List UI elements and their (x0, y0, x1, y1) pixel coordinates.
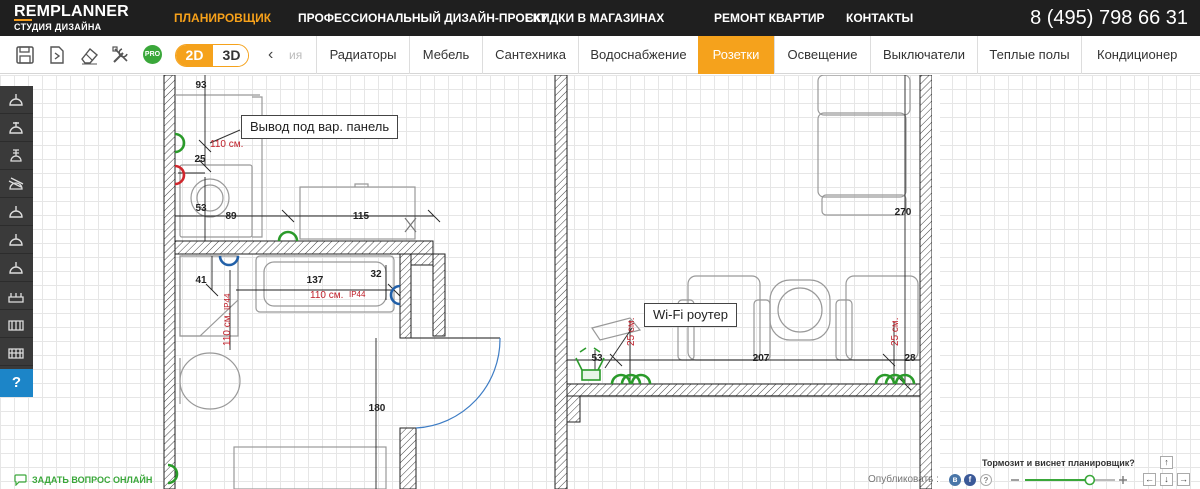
tool-socket-cable[interactable] (0, 170, 33, 198)
ip44-b: IP44 (349, 290, 366, 299)
nav-contacts[interactable]: КОНТАКТЫ (846, 0, 913, 36)
tab-plumbing[interactable]: Сантехника (482, 36, 578, 74)
dim-89: 89 (225, 211, 237, 222)
move-up-icon[interactable]: ↑ (1160, 456, 1173, 469)
nav-renovation[interactable]: РЕМОНТ КВАРТИР (714, 0, 825, 36)
dim-41: 41 (195, 275, 207, 286)
view-2d-button[interactable]: 2D (176, 45, 213, 66)
socket-icon (9, 206, 23, 218)
callout-wifi-router[interactable]: Wi-Fi роутер (644, 303, 738, 327)
socket-icon (9, 94, 23, 106)
logo-subtitle: СТУДИЯ ДИЗАЙНА (14, 22, 102, 32)
tab-sockets[interactable]: Розетки (698, 36, 774, 74)
phone-digits: 798 66 31 (1099, 7, 1188, 29)
callout-panel-output[interactable]: Вывод под вар. панель (241, 115, 399, 139)
socket-block-icon (8, 348, 24, 359)
tool-socket-4[interactable] (0, 254, 33, 282)
logo-wordmark: REMPLANNER (14, 4, 144, 20)
dim-32: 32 (370, 269, 382, 280)
socket-cable-icon (8, 177, 24, 190)
help-circle-icon[interactable]: ? (980, 474, 992, 486)
tool-socket-block-3[interactable] (0, 338, 33, 366)
dim-180: 180 (369, 403, 386, 414)
tool-socket-block-1[interactable] (0, 282, 33, 310)
tab-switches[interactable]: Выключатели (870, 36, 977, 74)
top-navigation-bar: REMPLANNER СТУДИЯ ДИЗАЙНА ПЛАНИРОВЩИК ПР… (0, 0, 1200, 36)
tool-socket-3[interactable] (0, 226, 33, 254)
dim-115: 115 (353, 211, 370, 222)
socket-green[interactable] (174, 132, 186, 144)
height-25-b: 25 см. (890, 317, 901, 346)
move-right-icon[interactable]: → (1177, 473, 1190, 486)
publish-label: Опубликовать : (868, 474, 939, 485)
door (411, 337, 501, 429)
nav-planner[interactable]: ПЛАНИРОВЩИК (174, 0, 271, 36)
tab-air-conditioner[interactable]: Кондиционер (1081, 36, 1200, 74)
height-110-b: 110 см. (310, 290, 343, 301)
move-down-icon[interactable]: ↓ (1160, 473, 1173, 486)
socket-double-icon (10, 149, 22, 162)
ask-question-label: ЗАДАТЬ ВОПРОС ОНЛАЙН (32, 475, 153, 485)
tab-furniture[interactable]: Мебель (409, 36, 482, 74)
tab-water-supply[interactable]: Водоснабжение (578, 36, 698, 74)
pro-badge[interactable]: PRO (143, 45, 162, 64)
logo-planner: PLANNER (50, 3, 129, 20)
height-25-a: 25 см. (626, 317, 637, 346)
dim-137: 137 (307, 275, 324, 286)
facebook-icon[interactable]: f (964, 474, 976, 486)
help-button[interactable]: ? (0, 369, 33, 397)
dim-270: 270 (895, 207, 912, 218)
dim-25: 25 (194, 154, 206, 165)
tool-socket-block-2[interactable] (0, 310, 33, 338)
tab-lighting[interactable]: Освещение (774, 36, 870, 74)
view-toggle: 2D 3D (175, 44, 249, 67)
phone-prefix: 8 (495) (1030, 7, 1094, 29)
socket-block-icon (8, 320, 24, 331)
dim-93: 93 (195, 80, 207, 91)
nav-store-discounts[interactable]: СКИДКИ В МАГАЗИНАХ (525, 0, 664, 36)
socket-tools-panel: ? (0, 86, 33, 397)
lag-question[interactable]: Тормозит и виснет планировщик? (982, 457, 1135, 469)
socket-ground-icon (9, 122, 23, 134)
height-110-c: 110 см. (222, 313, 233, 346)
toolbar: PRO 2D 3D ‹ ия Радиаторы Мебель Сантехни… (0, 36, 1200, 74)
tool-socket-1[interactable] (0, 86, 33, 114)
nav-design-project[interactable]: ПРОФЕССИОНАЛЬНЫЙ ДИЗАЙН-ПРОЕКТ (298, 0, 548, 36)
tab-heated-floors[interactable]: Теплые полы (977, 36, 1081, 74)
view-3d-button[interactable]: 3D (213, 45, 248, 66)
chat-icon (14, 474, 27, 486)
ip44-a: IP44 (223, 293, 232, 310)
tab-truncated[interactable]: ия (289, 36, 302, 74)
logo-underline (14, 19, 32, 21)
floor-plan[interactable]: 93 25 53 89 115 270 41 137 32 180 53 207… (0, 75, 1200, 489)
height-110-a: 110 см. (210, 139, 243, 150)
save-icon[interactable] (14, 44, 36, 66)
socket-green[interactable] (277, 230, 299, 242)
tab-radiators[interactable]: Радиаторы (316, 36, 409, 74)
logo[interactable]: REMPLANNER СТУДИЯ ДИЗАЙНА (14, 4, 144, 32)
eraser-icon[interactable] (78, 44, 100, 66)
move-left-icon[interactable]: ← (1143, 473, 1156, 486)
vk-icon[interactable]: в (949, 474, 961, 486)
tabs-prev-arrow[interactable]: ‹ (268, 44, 273, 66)
dim-53-b: 53 (591, 353, 603, 364)
zoom-slider[interactable] (1009, 473, 1129, 487)
tool-socket-2[interactable] (0, 198, 33, 226)
sockets[interactable] (167, 132, 916, 485)
plan-canvas[interactable]: 93 25 53 89 115 270 41 137 32 180 53 207… (0, 75, 1200, 489)
dim-28: 28 (904, 353, 916, 364)
tools-icon[interactable] (110, 44, 132, 66)
socket-icon (9, 234, 23, 246)
tool-socket-double[interactable] (0, 142, 33, 170)
phone-number[interactable]: 8 (495) 798 66 31 (1030, 0, 1188, 36)
tool-socket-ground[interactable] (0, 114, 33, 142)
socket-block-icon (8, 293, 24, 303)
socket-icon (9, 262, 23, 274)
export-icon[interactable] (46, 44, 68, 66)
zoom-handle (1084, 474, 1096, 486)
logo-rem: REM (14, 3, 51, 20)
dim-207: 207 (753, 353, 770, 364)
socket-blue[interactable] (218, 255, 240, 267)
dim-53: 53 (195, 203, 207, 214)
